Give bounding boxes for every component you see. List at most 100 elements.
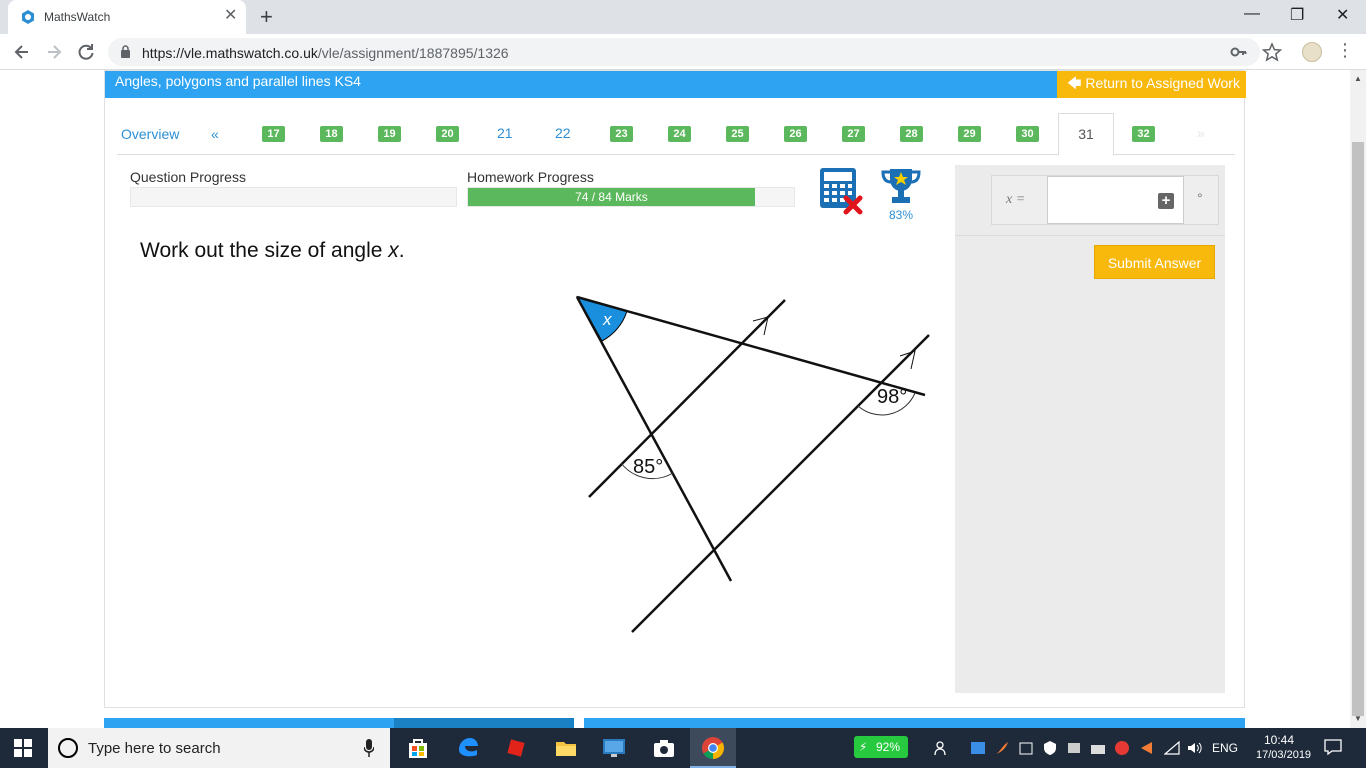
question-badge-completed[interactable]: 19 — [378, 126, 401, 142]
tab-close-icon[interactable]: ✕ — [224, 8, 237, 24]
tab-title: MathsWatch — [44, 10, 111, 24]
question-badge-completed[interactable]: 28 — [900, 126, 923, 142]
reload-icon[interactable] — [76, 42, 96, 62]
homework-progress-label: Homework Progress — [467, 169, 594, 185]
tray-app-blue-icon[interactable] — [970, 740, 986, 756]
windows-taskbar: Type here to search ⚡ 92% ENG 10:44 17/0… — [0, 728, 1366, 768]
battery-lightning-icon: ⚡ — [859, 740, 868, 754]
profile-avatar[interactable] — [1302, 42, 1322, 62]
question-prefix: Work out the size of angle — [140, 239, 389, 262]
return-button-label: Return to Assigned Work — [1085, 75, 1240, 91]
transversal-line-top — [576, 295, 926, 397]
previous-questions-link[interactable]: « — [211, 126, 219, 142]
remote-desktop-icon[interactable] — [602, 736, 626, 760]
browser-tab[interactable]: MathsWatch ✕ — [8, 0, 246, 34]
battery-indicator[interactable]: ⚡ 92% — [854, 736, 908, 758]
question-badge-completed[interactable]: 23 — [610, 126, 633, 142]
question-link[interactable]: 21 — [497, 125, 513, 141]
question-badge-completed[interactable]: 20 — [436, 126, 459, 142]
microphone-icon[interactable] — [364, 739, 374, 757]
submit-answer-button[interactable]: Submit Answer — [1094, 245, 1215, 279]
topic-title: Angles, polygons and parallel lines KS4 — [115, 73, 361, 89]
url-host: https://vle.mathswatch.co.uk — [142, 45, 318, 61]
tray-network-drive-icon[interactable] — [1066, 740, 1082, 756]
scroll-up-arrow-icon[interactable]: ▲ — [1354, 74, 1362, 83]
clock-time[interactable]: 10:44 — [1264, 733, 1294, 747]
tray-antivirus-icon[interactable] — [1114, 740, 1130, 756]
chrome-taskbar-button[interactable] — [690, 728, 736, 768]
tray-orange-arrow-icon[interactable] — [1138, 740, 1154, 756]
back-arrow-icon[interactable] — [12, 42, 32, 62]
camera-icon[interactable] — [652, 736, 676, 760]
address-bar[interactable]: https://vle.mathswatch.co.uk/vle/assignm… — [108, 38, 1260, 66]
language-indicator[interactable]: ENG — [1212, 741, 1238, 755]
chrome-icon — [702, 737, 724, 759]
store-icon[interactable] — [406, 736, 430, 760]
question-badge-completed[interactable]: 30 — [1016, 126, 1039, 142]
question-badge-completed[interactable]: 26 — [784, 126, 807, 142]
cortana-icon — [58, 738, 78, 758]
url-path: /vle/assignment/1887895/1326 — [317, 45, 509, 61]
volume-icon[interactable] — [1186, 740, 1202, 756]
taskbar-search-box[interactable]: Type here to search — [48, 728, 390, 768]
key-icon[interactable] — [1230, 43, 1248, 61]
panel-divider — [955, 235, 1225, 236]
homework-progress-bar: 74 / 84 Marks — [467, 187, 795, 207]
tray-camera-icon[interactable] — [1018, 740, 1034, 756]
new-tab-button[interactable]: + — [260, 6, 273, 28]
calculator-not-allowed-icon — [820, 168, 863, 215]
question-link[interactable]: 22 — [555, 125, 571, 141]
question-badge-completed[interactable]: 29 — [958, 126, 981, 142]
question-tab-active[interactable]: 31 — [1058, 113, 1114, 156]
browser-menu-icon[interactable]: ⋮ — [1336, 40, 1354, 60]
return-to-assigned-work-button[interactable]: 🡄 Return to Assigned Work — [1057, 71, 1246, 98]
window-restore-button[interactable]: ❐ — [1290, 5, 1304, 25]
browser-tab-strip: MathsWatch ✕ + — ❐ ✕ — [0, 0, 1366, 34]
action-center-icon[interactable] — [1324, 739, 1342, 755]
people-icon[interactable] — [934, 740, 950, 756]
assignment-card: Angles, polygons and parallel lines KS4 … — [104, 70, 1246, 708]
window-close-button[interactable]: ✕ — [1336, 5, 1349, 25]
tray-app-orange-icon[interactable] — [994, 740, 1010, 756]
window-minimize-button[interactable]: — — [1244, 5, 1260, 23]
question-suffix: . — [398, 239, 405, 262]
math-keypad-plus-icon[interactable]: + — [1158, 193, 1174, 209]
question-progress-label: Question Progress — [130, 169, 246, 185]
transversal-line-left — [575, 296, 733, 582]
tray-shield-icon[interactable] — [1042, 740, 1058, 756]
scrollbar-thumb[interactable] — [1352, 142, 1364, 716]
answer-panel: x = + ° Submit Answer — [955, 165, 1225, 693]
question-badge-completed[interactable]: 32 — [1132, 126, 1155, 142]
edge-browser-icon[interactable] — [456, 736, 480, 760]
angle-diagram: x 85° 98° — [575, 295, 930, 633]
topic-header: Angles, polygons and parallel lines KS4 … — [105, 71, 1246, 98]
question-badge-completed[interactable]: 27 — [842, 126, 865, 142]
clock-date[interactable]: 17/03/2019 — [1256, 749, 1311, 761]
windows-start-icon[interactable] — [14, 739, 32, 757]
question-badge-completed[interactable]: 24 — [668, 126, 691, 142]
battery-percent: 92% — [876, 740, 901, 754]
question-badge-completed[interactable]: 17 — [262, 126, 285, 142]
overview-link[interactable]: Overview — [121, 126, 179, 142]
next-questions-link[interactable]: » — [1197, 125, 1205, 141]
roblox-icon[interactable] — [504, 736, 528, 760]
scroll-down-arrow-icon[interactable]: ▼ — [1354, 714, 1362, 723]
question-badge-completed[interactable]: 18 — [320, 126, 343, 142]
angle-x-label: x — [602, 310, 612, 329]
arrow-left-icon: 🡄 — [1067, 75, 1086, 91]
answer-input[interactable]: + — [1047, 176, 1184, 224]
bookmark-star-icon[interactable] — [1262, 42, 1282, 62]
wifi-icon[interactable] — [1164, 740, 1180, 756]
question-badge-completed[interactable]: 25 — [726, 126, 749, 142]
parallel-line-a — [588, 299, 786, 498]
trophy-percentage: 83% — [888, 208, 914, 222]
url-text: https://vle.mathswatch.co.uk/vle/assignm… — [142, 45, 509, 61]
answer-variable-label: x = — [1006, 192, 1026, 207]
answer-row: x = + ° — [991, 175, 1219, 225]
mathswatch-favicon-icon — [22, 10, 34, 24]
forward-arrow-icon[interactable] — [44, 42, 64, 62]
question-navigation: Overview « 17 18 19 20 21 22 23 24 25 26 27 28 29 30 3… — [117, 113, 1235, 156]
page-scrollbar[interactable]: ▲ ▼ — [1350, 70, 1366, 728]
file-explorer-icon[interactable] — [554, 736, 578, 760]
tray-folder-icon[interactable] — [1090, 740, 1106, 756]
